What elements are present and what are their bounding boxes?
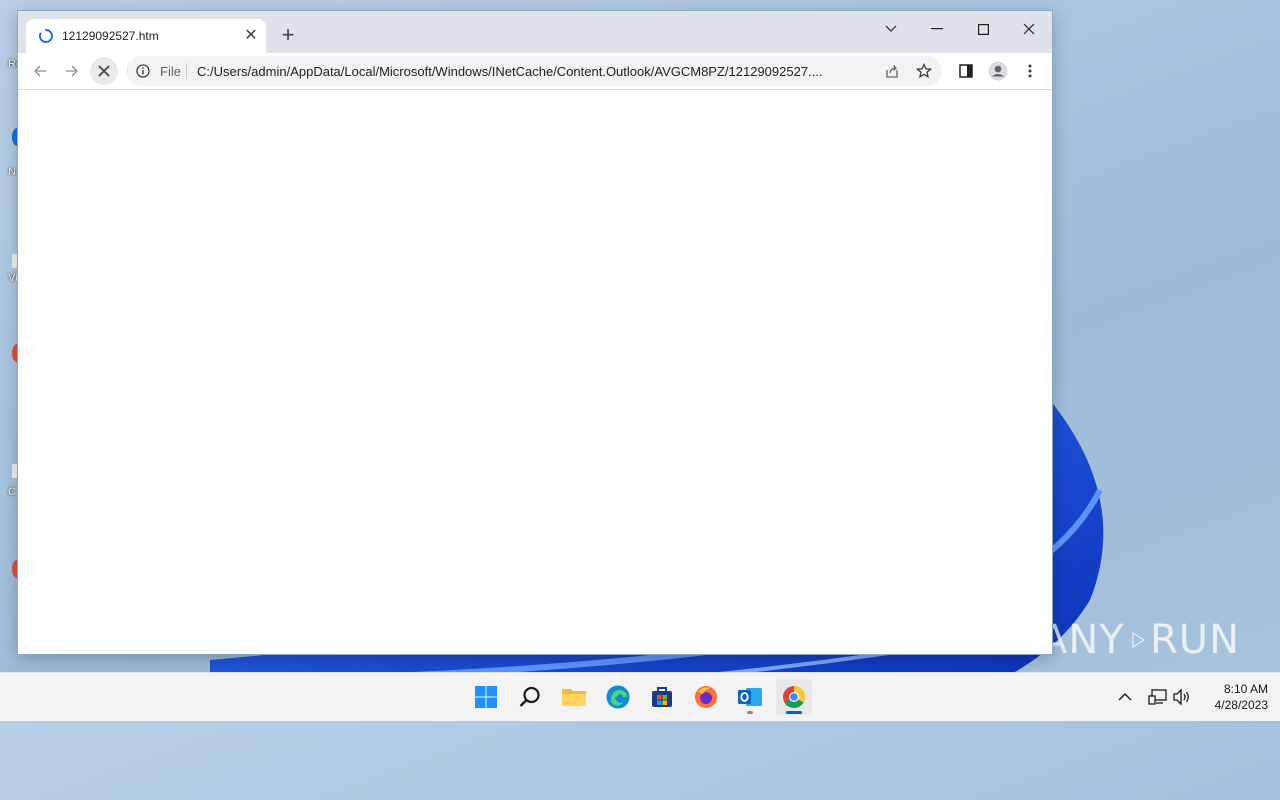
arrow-right-icon <box>66 65 79 77</box>
outlook-button[interactable] <box>732 679 768 715</box>
desktop-icon-label[interactable]: C <box>8 486 16 498</box>
desktop-icon-label[interactable]: N <box>8 166 16 178</box>
profile-button[interactable] <box>984 57 1012 85</box>
edge-icon <box>606 685 630 709</box>
clock-date: 4/28/2023 <box>1214 698 1268 712</box>
address-divider <box>186 63 187 79</box>
close-icon <box>1023 23 1035 35</box>
kebab-menu-icon <box>1028 64 1032 78</box>
chrome-button[interactable] <box>776 679 812 715</box>
star-icon <box>916 63 932 79</box>
chevron-up-icon <box>1118 693 1132 701</box>
volume-button[interactable] <box>1172 673 1192 721</box>
play-logo-icon <box>1132 632 1145 648</box>
profile-avatar-icon <box>988 61 1008 81</box>
network-button[interactable] <box>1148 673 1168 721</box>
store-icon <box>652 687 672 707</box>
arrow-left-icon <box>33 65 46 77</box>
firefox-icon <box>695 686 717 708</box>
edge-button[interactable] <box>600 679 636 715</box>
minimize-icon <box>931 28 943 30</box>
search-button[interactable] <box>512 679 548 715</box>
taskbar: 8:10 AM 4/28/2023 <box>0 672 1280 721</box>
share-icon <box>886 65 898 78</box>
watermark-text-left: ANY <box>1040 617 1125 663</box>
browser-window: 12129092527.htm ✕ + File C:/Users/admin/… <box>18 11 1052 654</box>
tab-active[interactable]: 12129092527.htm ✕ <box>26 19 266 53</box>
side-panel-button[interactable] <box>952 57 980 85</box>
loading-spinner-icon <box>38 29 53 43</box>
side-panel-icon <box>959 64 973 78</box>
bookmark-button[interactable] <box>914 61 934 81</box>
file-explorer-icon <box>562 689 586 706</box>
maximize-icon <box>977 23 989 35</box>
tab-title: 12129092527.htm <box>62 29 159 43</box>
chrome-icon <box>783 686 805 708</box>
title-bar[interactable]: 12129092527.htm ✕ + <box>18 11 1052 53</box>
minimize-button[interactable] <box>914 15 960 43</box>
url-scheme-label: File <box>160 64 181 79</box>
search-icon <box>519 686 540 707</box>
url-text[interactable]: C:/Users/admin/AppData/Local/Microsoft/W… <box>197 64 873 79</box>
browser-toolbar: File C:/Users/admin/AppData/Local/Micros… <box>18 53 1052 90</box>
forward-button[interactable] <box>58 57 86 85</box>
info-icon[interactable] <box>136 64 150 78</box>
address-bar[interactable]: File C:/Users/admin/AppData/Local/Micros… <box>126 56 942 86</box>
menu-button[interactable] <box>1016 57 1044 85</box>
tab-close-button[interactable]: ✕ <box>242 27 260 45</box>
running-indicator <box>747 711 753 714</box>
start-button[interactable] <box>468 679 504 715</box>
store-button[interactable] <box>644 679 680 715</box>
desktop-icons-column: Re N Vi C <box>0 0 22 672</box>
outlook-icon <box>738 688 762 706</box>
tab-search-button[interactable] <box>868 15 914 43</box>
speaker-icon <box>1173 688 1189 706</box>
start-icon <box>475 686 497 708</box>
firefox-button[interactable] <box>688 679 724 715</box>
page-content <box>18 90 1052 654</box>
clock-time: 8:10 AM <box>1223 682 1268 696</box>
anyrun-watermark: ANY RUN <box>1040 608 1240 672</box>
share-button[interactable] <box>882 61 902 81</box>
maximize-button[interactable] <box>960 15 1006 43</box>
show-hidden-icons-button[interactable] <box>1118 673 1132 721</box>
stop-x-icon <box>98 65 110 77</box>
new-tab-button[interactable]: + <box>276 24 300 48</box>
back-button[interactable] <box>26 57 54 85</box>
clock[interactable]: 8:10 AM 4/28/2023 <box>1196 681 1268 713</box>
file-explorer-button[interactable] <box>556 679 592 715</box>
chevron-down-icon <box>885 25 897 32</box>
active-indicator <box>786 711 802 714</box>
stop-loading-button[interactable] <box>90 57 118 85</box>
close-button[interactable] <box>1006 15 1052 43</box>
desktop-icon-label[interactable]: Vi <box>8 272 18 284</box>
network-icon <box>1148 689 1167 705</box>
watermark-text-right: RUN <box>1150 617 1240 663</box>
